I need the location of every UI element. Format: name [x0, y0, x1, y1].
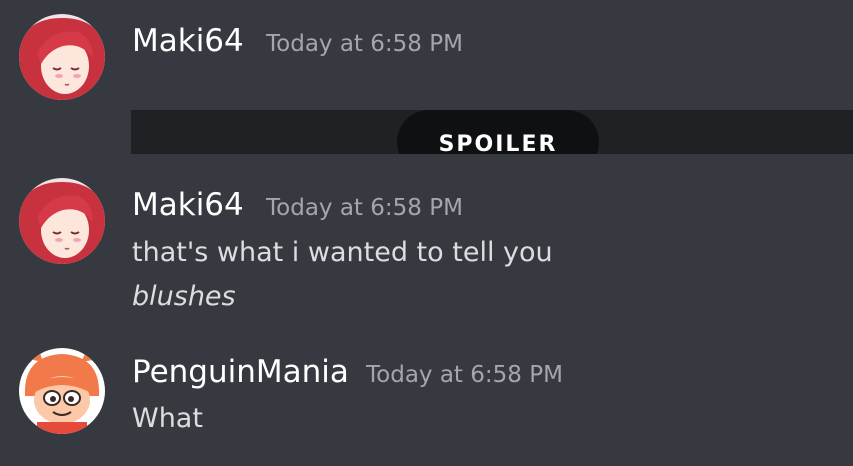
spoiler-embed[interactable]: SPOILER — [131, 110, 853, 154]
anime-girl-avatar-icon — [19, 178, 105, 264]
user-avatar[interactable] — [19, 178, 105, 264]
anime-girl-avatar-icon — [19, 14, 105, 100]
spoiler-label[interactable]: SPOILER — [397, 110, 599, 154]
message-timestamp: Today at 6:58 PM — [266, 31, 463, 57]
message-timestamp: Today at 6:58 PM — [366, 362, 563, 388]
message-text: that's what i wanted to tell you — [132, 237, 553, 268]
message-text: What — [132, 403, 203, 434]
cartoon-character-avatar-icon — [19, 348, 105, 434]
user-avatar[interactable] — [19, 14, 105, 100]
message-author[interactable]: Maki64 — [132, 187, 244, 223]
chat-message-list: Maki64 Today at 6:58 PM SPOILER Maki64 T… — [0, 0, 853, 466]
message-timestamp: Today at 6:58 PM — [266, 195, 463, 221]
user-avatar[interactable] — [19, 348, 105, 434]
message-author[interactable]: PenguinMania — [132, 354, 349, 390]
message-text-italic: blushes — [132, 281, 236, 312]
message-author[interactable]: Maki64 — [132, 23, 244, 59]
